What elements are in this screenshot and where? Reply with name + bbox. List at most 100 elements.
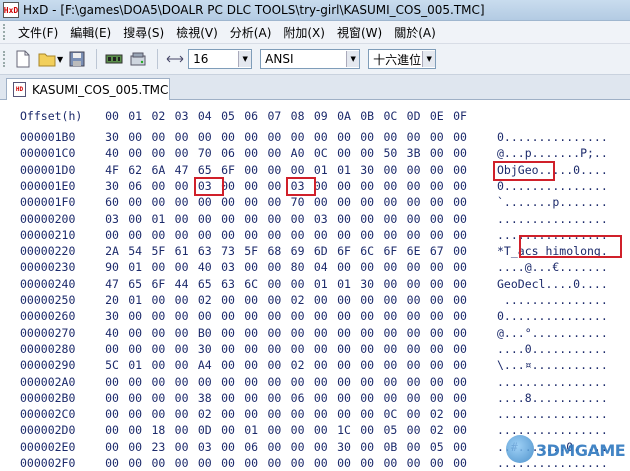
ascii-text[interactable]: ................ (497, 211, 608, 227)
hex-byte[interactable]: 30 (197, 341, 213, 357)
hex-byte[interactable]: 6F (220, 162, 236, 178)
ram-chip-icon[interactable] (103, 48, 125, 70)
hex-byte[interactable]: 01 (127, 357, 143, 373)
hex-byte[interactable]: 00 (197, 129, 213, 145)
hex-byte[interactable]: 00 (406, 194, 422, 210)
hex-byte[interactable]: 00 (243, 357, 259, 373)
hex-byte[interactable]: 00 (406, 308, 422, 324)
hex-byte[interactable]: 1C (336, 422, 352, 438)
hex-byte[interactable]: 54 (127, 243, 143, 259)
hex-byte[interactable]: 00 (174, 178, 190, 194)
hex-byte[interactable]: 4F (104, 162, 120, 178)
hex-byte[interactable]: 00 (174, 308, 190, 324)
hex-byte[interactable]: 00 (359, 211, 375, 227)
hex-byte[interactable]: 00 (220, 194, 236, 210)
hex-byte[interactable]: 20 (104, 292, 120, 308)
hex-byte[interactable]: 00 (452, 325, 468, 341)
hex-byte[interactable]: 00 (243, 308, 259, 324)
bytes-per-row-select[interactable]: 16 ▼ (188, 49, 253, 69)
hex-byte[interactable]: 00 (266, 292, 282, 308)
hex-byte[interactable]: 00 (127, 422, 143, 438)
hex-byte[interactable]: 23 (150, 439, 166, 455)
hex-byte[interactable]: 47 (104, 276, 120, 292)
hex-byte[interactable]: 00 (220, 374, 236, 390)
hex-byte[interactable]: 00 (406, 292, 422, 308)
ascii-text[interactable]: ....0........... (497, 341, 608, 357)
hex-byte[interactable]: 00 (406, 325, 422, 341)
hex-byte[interactable]: 90 (104, 259, 120, 275)
hex-byte[interactable]: 0B (382, 439, 398, 455)
hex-byte[interactable]: B0 (197, 325, 213, 341)
hex-byte[interactable]: 00 (150, 178, 166, 194)
hex-byte[interactable]: 00 (266, 194, 282, 210)
hex-byte[interactable]: 50 (382, 145, 398, 161)
hex-byte[interactable]: 00 (313, 292, 329, 308)
hex-byte[interactable]: 00 (429, 145, 445, 161)
hex-byte[interactable]: 00 (336, 308, 352, 324)
hex-byte[interactable]: 6F (150, 276, 166, 292)
hex-byte[interactable]: 00 (174, 341, 190, 357)
menu-view[interactable]: 檢視(V) (170, 24, 224, 41)
hex-byte[interactable]: 00 (382, 227, 398, 243)
hex-byte[interactable]: 70 (290, 194, 306, 210)
hex-byte[interactable]: 00 (429, 390, 445, 406)
hex-byte[interactable]: 00 (290, 439, 306, 455)
menu-grip-handle[interactable] (3, 24, 8, 40)
hex-byte[interactable]: 03 (104, 211, 120, 227)
hex-byte[interactable]: 00 (452, 422, 468, 438)
hex-byte[interactable]: 00 (174, 227, 190, 243)
hex-byte[interactable]: 73 (220, 243, 236, 259)
hex-byte[interactable]: 5C (104, 357, 120, 373)
hex-byte[interactable]: 18 (150, 422, 166, 438)
hex-row[interactable]: 000001F0 60 00 00 00 00 00 00 00 70 00 00 00 00 00 00 00… (0, 194, 630, 210)
hex-byte[interactable]: 00 (336, 341, 352, 357)
hex-byte[interactable]: 00 (150, 145, 166, 161)
hex-byte[interactable]: 65 (197, 162, 213, 178)
hex-byte[interactable]: 00 (127, 227, 143, 243)
hex-byte[interactable]: 00 (290, 308, 306, 324)
hex-row[interactable]: 00000270 40 00 00 00 B0 00 00 00 00 00 00 00 00 00 00 00… (0, 325, 630, 341)
hex-byte[interactable]: 47 (174, 162, 190, 178)
hex-byte[interactable]: 00 (127, 145, 143, 161)
hex-byte[interactable]: 01 (127, 292, 143, 308)
hex-editor-view[interactable]: Offset(h) 00 01 02 03 04 05 06 07 08 09 0A 0B 0C 0D 0E… (0, 100, 630, 470)
menu-edit[interactable]: 編輯(E) (64, 24, 117, 41)
hex-byte[interactable]: 00 (359, 341, 375, 357)
hex-byte[interactable]: 00 (382, 308, 398, 324)
hex-byte[interactable]: 00 (359, 439, 375, 455)
hex-byte[interactable]: 69 (290, 243, 306, 259)
hex-byte[interactable]: 00 (313, 374, 329, 390)
hex-byte[interactable]: 06 (243, 439, 259, 455)
hex-byte[interactable]: 00 (174, 357, 190, 373)
menu-window[interactable]: 視窗(W) (331, 24, 388, 41)
hex-byte[interactable]: 00 (359, 194, 375, 210)
hex-byte[interactable]: 30 (359, 162, 375, 178)
hex-byte[interactable]: 70 (197, 145, 213, 161)
hex-byte[interactable]: 00 (290, 406, 306, 422)
hex-byte[interactable]: 00 (174, 422, 190, 438)
hex-byte[interactable]: 00 (406, 162, 422, 178)
hex-byte[interactable]: 01 (127, 259, 143, 275)
hex-byte[interactable]: 00 (243, 259, 259, 275)
hex-byte[interactable]: 00 (452, 276, 468, 292)
hex-byte[interactable]: 00 (452, 390, 468, 406)
hex-byte[interactable]: 00 (406, 406, 422, 422)
hex-byte[interactable]: 5F (243, 243, 259, 259)
hex-byte[interactable]: 00 (174, 325, 190, 341)
hex-byte[interactable]: 00 (266, 259, 282, 275)
hex-byte[interactable]: 00 (290, 162, 306, 178)
hex-byte[interactable]: 00 (452, 145, 468, 161)
hex-byte[interactable]: 00 (104, 439, 120, 455)
hex-byte[interactable]: 00 (220, 406, 236, 422)
ascii-text[interactable]: @...°........... (497, 325, 608, 341)
hex-byte[interactable]: 00 (150, 325, 166, 341)
hex-byte[interactable]: 00 (406, 341, 422, 357)
hex-byte[interactable]: 00 (313, 390, 329, 406)
hex-byte[interactable]: 00 (290, 129, 306, 145)
hex-byte[interactable]: 30 (104, 178, 120, 194)
hex-byte[interactable]: 00 (104, 341, 120, 357)
hex-byte[interactable]: 44 (174, 276, 190, 292)
hex-byte[interactable]: 00 (266, 178, 282, 194)
hex-byte[interactable]: 00 (290, 374, 306, 390)
hex-row[interactable]: 00000260 30 00 00 00 00 00 00 00 00 00 00 00 00 00 00 00… (0, 308, 630, 324)
